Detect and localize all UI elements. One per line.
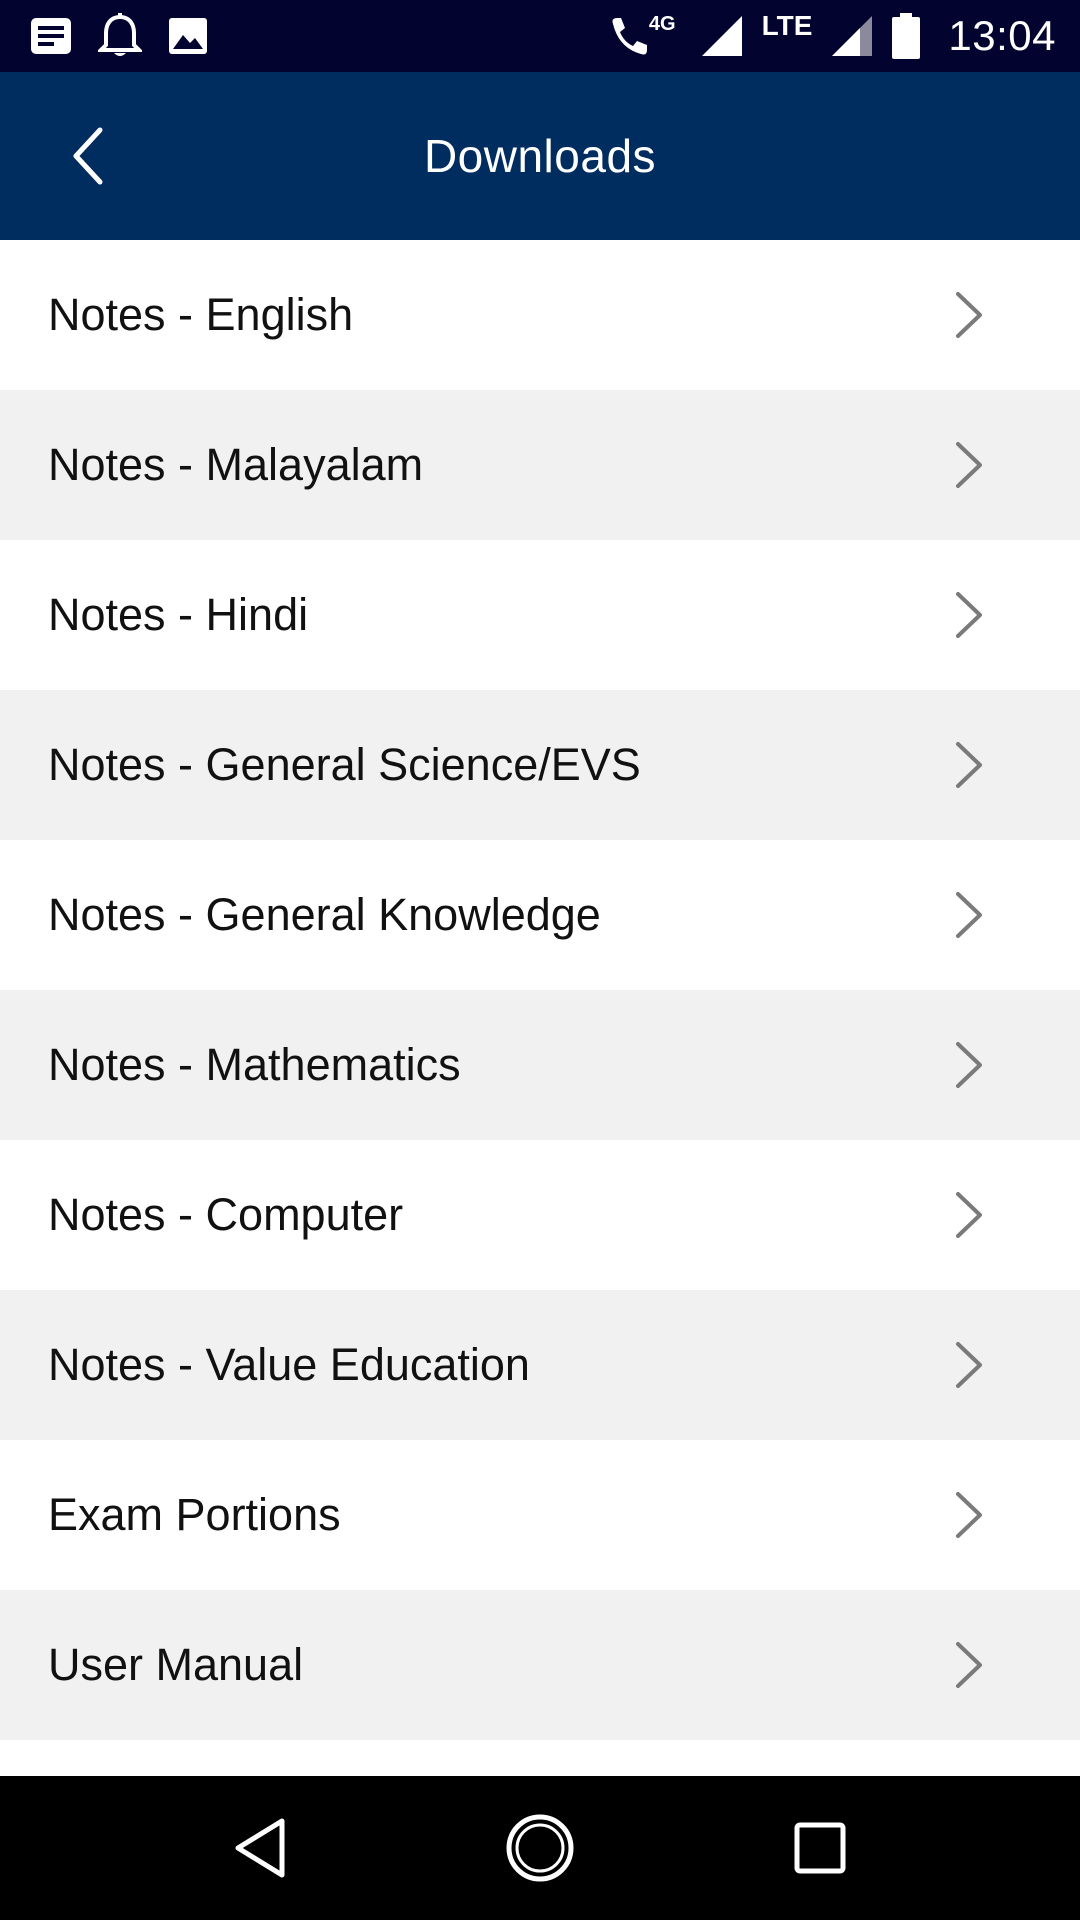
list-item-notes-value-education[interactable]: Notes - Value Education xyxy=(0,1290,1080,1440)
list-item-notes-general-science[interactable]: Notes - General Science/EVS xyxy=(0,690,1080,840)
list-item-label: Exam Portions xyxy=(48,1489,341,1540)
chevron-right-icon xyxy=(954,1190,984,1240)
status-time: 13:04 xyxy=(948,12,1056,59)
list-item-label: Notes - Value Education xyxy=(48,1339,530,1390)
status-left-icons xyxy=(30,13,234,59)
list-item-notes-general-knowledge[interactable]: Notes - General Knowledge xyxy=(0,840,1080,990)
nav-home-button[interactable] xyxy=(490,1798,590,1898)
circle-home-icon xyxy=(506,1814,574,1882)
image-icon xyxy=(168,17,208,55)
list-item-user-manual[interactable]: User Manual xyxy=(0,1590,1080,1740)
chevron-right-icon xyxy=(954,290,984,340)
list-item-label: User Manual xyxy=(48,1639,304,1690)
list-item-notes-hindi[interactable]: Notes - Hindi xyxy=(0,540,1080,690)
wifi-call-icon: 4G xyxy=(607,12,682,58)
status-bar: 4G LTE 13:04 xyxy=(0,0,1080,72)
chevron-right-icon xyxy=(954,1640,984,1690)
chevron-right-icon xyxy=(954,890,984,940)
list-item-notes-malayalam[interactable]: Notes - Malayalam xyxy=(0,390,1080,540)
chevron-right-icon xyxy=(954,1340,984,1390)
list-item-label: Notes - General Science/EVS xyxy=(48,739,641,790)
bell-icon xyxy=(98,13,142,59)
network-type-label: 4G xyxy=(648,12,676,35)
square-recents-icon xyxy=(794,1822,846,1874)
battery-icon xyxy=(892,13,921,59)
chevron-right-icon xyxy=(954,590,984,640)
chevron-right-icon xyxy=(954,1040,984,1090)
list-item-label: Notes - Mathematics xyxy=(48,1039,461,1090)
triangle-back-icon xyxy=(235,1818,285,1878)
navigation-bar xyxy=(0,1776,1080,1920)
list-item-label: Notes - Malayalam xyxy=(48,439,424,490)
signal-icon xyxy=(700,14,744,58)
notes-icon xyxy=(30,17,72,55)
status-right-icons: 4G LTE 13:04 xyxy=(589,10,1056,60)
nav-back-button[interactable] xyxy=(210,1798,310,1898)
signal-icon xyxy=(830,14,874,58)
list-item-label: Notes - English xyxy=(48,289,354,340)
list-item-notes-mathematics[interactable]: Notes - Mathematics xyxy=(0,990,1080,1140)
list-item-notes-english[interactable]: Notes - English xyxy=(0,240,1080,390)
lte-label: LTE xyxy=(761,10,813,41)
downloads-list: Notes - English Notes - Malayalam Notes … xyxy=(0,240,1080,1740)
list-item-exam-portions[interactable]: Exam Portions xyxy=(0,1440,1080,1590)
chevron-right-icon xyxy=(954,1490,984,1540)
list-item-label: Notes - Computer xyxy=(48,1189,404,1240)
list-item-label: Notes - Hindi xyxy=(48,589,309,640)
list-item-notes-computer[interactable]: Notes - Computer xyxy=(0,1140,1080,1290)
chevron-right-icon xyxy=(954,440,984,490)
page-title: Downloads xyxy=(423,130,657,182)
app-bar: Downloads xyxy=(0,72,1080,240)
nav-recents-button[interactable] xyxy=(770,1798,870,1898)
list-item-label: Notes - General Knowledge xyxy=(48,889,601,940)
chevron-right-icon xyxy=(954,740,984,790)
